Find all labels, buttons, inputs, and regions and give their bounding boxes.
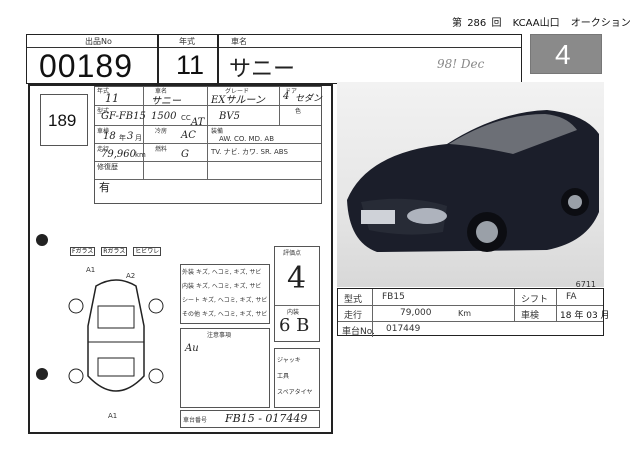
chassis-hand: FB15 - 017449 [225, 412, 308, 425]
row2-color-code: BV5 [219, 111, 240, 122]
row4-mileage-unit: km [135, 151, 146, 159]
sheet-score-box: 評価点 4 内装 6 B [274, 246, 320, 342]
row4-mileage: 79,960 [101, 149, 136, 160]
car-photo-illustration [347, 110, 599, 252]
row3-inspection-month-unit: 月 [135, 134, 142, 142]
info-shift-value: FA [566, 292, 577, 302]
header-session-unit: 回 [491, 18, 502, 29]
info-inspection-value: 18 年 03 月 [560, 308, 610, 321]
punch-hole-1 [36, 234, 48, 246]
header-prefix: 第 [452, 18, 462, 29]
notes-hand: Au [185, 343, 199, 354]
glass-f: Fガラス [70, 247, 96, 256]
legend-opt-3: その他 キズ, ヘコミ, キズ, サビ [182, 311, 268, 318]
info-chassis-value: 017449 [386, 324, 421, 334]
sheet-score-hand: 4 [287, 261, 307, 296]
legend-opt-0: 外装 キズ, ヘコミ, キズ, サビ [182, 269, 262, 276]
info-chassis-label: 車台No. [342, 327, 375, 337]
row2-shift: AT [191, 117, 205, 128]
legend-opt-2: シート キズ, ヘコミ, キズ, サビ [182, 297, 268, 304]
info-inspection-label: 車検 [521, 311, 540, 321]
lot-number: 00189 [39, 48, 133, 84]
check-spare: スペアタイヤ [277, 389, 313, 396]
notes-label: 注意事項 [207, 332, 232, 339]
info-mileage-value: 79,000 [400, 308, 432, 318]
label-ac: 冷房 [155, 128, 168, 135]
info-inspection-month-unit: 月 [600, 311, 610, 321]
inspection-sheet: 189 年式 車名 グレード ドア 11 サニー EXサルーン 4 セダン 型式… [28, 84, 333, 434]
sheet-lot-box: 189 [40, 94, 88, 146]
glass-labels: Fガラス Rガラス ヒビワレ [70, 246, 162, 256]
car-name-box: 車名 サニー 98! Dec [218, 34, 522, 84]
label-color: 色 [295, 108, 302, 115]
car-diagram [68, 279, 164, 392]
lot-box: 出品No 00189 [26, 34, 158, 84]
photo-plate-note: 6711 [575, 280, 596, 287]
sheet-grid: 年式 車名 グレード ドア 11 サニー EXサルーン 4 セダン 型式 色 G… [94, 86, 322, 204]
chassis-box: 車台番号 FB15 - 017449 [180, 410, 320, 428]
row1-year: 11 [105, 92, 119, 105]
repair-value: 有 [99, 181, 110, 194]
info-inspection-month: 03 [586, 311, 598, 321]
header-event: オークション [570, 18, 631, 29]
header-session: 286 [467, 18, 487, 29]
info-inspection-year-unit: 年 [574, 311, 584, 321]
sheet-score-label: 評価点 [283, 250, 302, 257]
label-fuel: 燃料 [155, 146, 168, 153]
info-model-label: 型式 [344, 295, 363, 305]
check-jack: ジャッキ [277, 357, 301, 364]
row1-grade: EXサルーン [211, 95, 265, 106]
equipment-line1: AW. CO. MD. AB [219, 135, 275, 143]
check-box: ジャッキ 工具 スペアタイヤ [274, 348, 320, 408]
row2-cc-unit: CC [181, 114, 191, 122]
sheet-lot-number: 189 [48, 111, 77, 130]
year-box: 年式 11 [158, 34, 218, 84]
punch-hole-2 [36, 368, 48, 380]
info-mileage-label: 走行 [344, 311, 363, 321]
year-label: 年式 [179, 37, 195, 46]
info-table: 型式 FB15 シフト FA 走行 79,000 Km 車検 18 年 03 月… [337, 288, 610, 337]
sheet-interior-hand: 6 B [279, 315, 310, 336]
mark-a1-front: A1 [86, 266, 96, 274]
row3-inspection-year-unit: 年 [119, 134, 126, 142]
equipment-label: 装備 [211, 128, 224, 135]
row3-inspection-year: 18 [103, 131, 116, 142]
info-mileage-unit: Km [458, 309, 472, 318]
info-inspection-year: 18 [560, 311, 572, 321]
row3-ac: AC [181, 130, 196, 141]
mark-a1-rear: A1 [108, 412, 118, 420]
damage-legend: 外装 キズ, ヘコミ, キズ, サビ 内装 キズ, ヘコミ, キズ, サビ シー… [180, 264, 270, 324]
car-photo: 6711 [337, 82, 604, 287]
lot-label: 出品No [85, 37, 112, 46]
chassis-label: 車台番号 [183, 417, 208, 424]
header-venue: KCAA山口 [512, 18, 560, 29]
row3-gas: G [181, 149, 189, 160]
year-value: 11 [176, 50, 205, 80]
score-value: 4 [555, 39, 571, 70]
row3-inspection-month: 3 [127, 131, 134, 142]
row2-model: GF-FB15 [101, 111, 146, 122]
info-model-value: FB15 [382, 292, 405, 302]
header: 第 286 回 KCAA山口 オークション [452, 14, 631, 29]
row2-cc: 1500 [151, 111, 177, 122]
notes-box: 注意事項 Au [180, 328, 270, 408]
glass-r: Rガラス [101, 247, 128, 256]
glass-crack: ヒビワレ [133, 247, 162, 256]
car-name-value: サニー [229, 57, 296, 82]
score-box: 4 [530, 34, 602, 74]
legend-opt-1: 内装 キズ, ヘコミ, キズ, サビ [182, 283, 262, 290]
repair-label: 修復歴 [97, 163, 118, 171]
mark-a2: A2 [126, 272, 136, 280]
date-note: 98! Dec [437, 57, 485, 71]
car-name-label: 車名 [231, 37, 247, 46]
row1-doors: 4 [283, 91, 290, 102]
row1-body: セダン [295, 94, 323, 104]
info-shift-label: シフト [521, 295, 549, 305]
check-tools: 工具 [277, 373, 290, 380]
row1-name: サニー [151, 96, 181, 107]
equipment-line2: TV. ナビ. カワ. SR. ABS [211, 148, 288, 156]
